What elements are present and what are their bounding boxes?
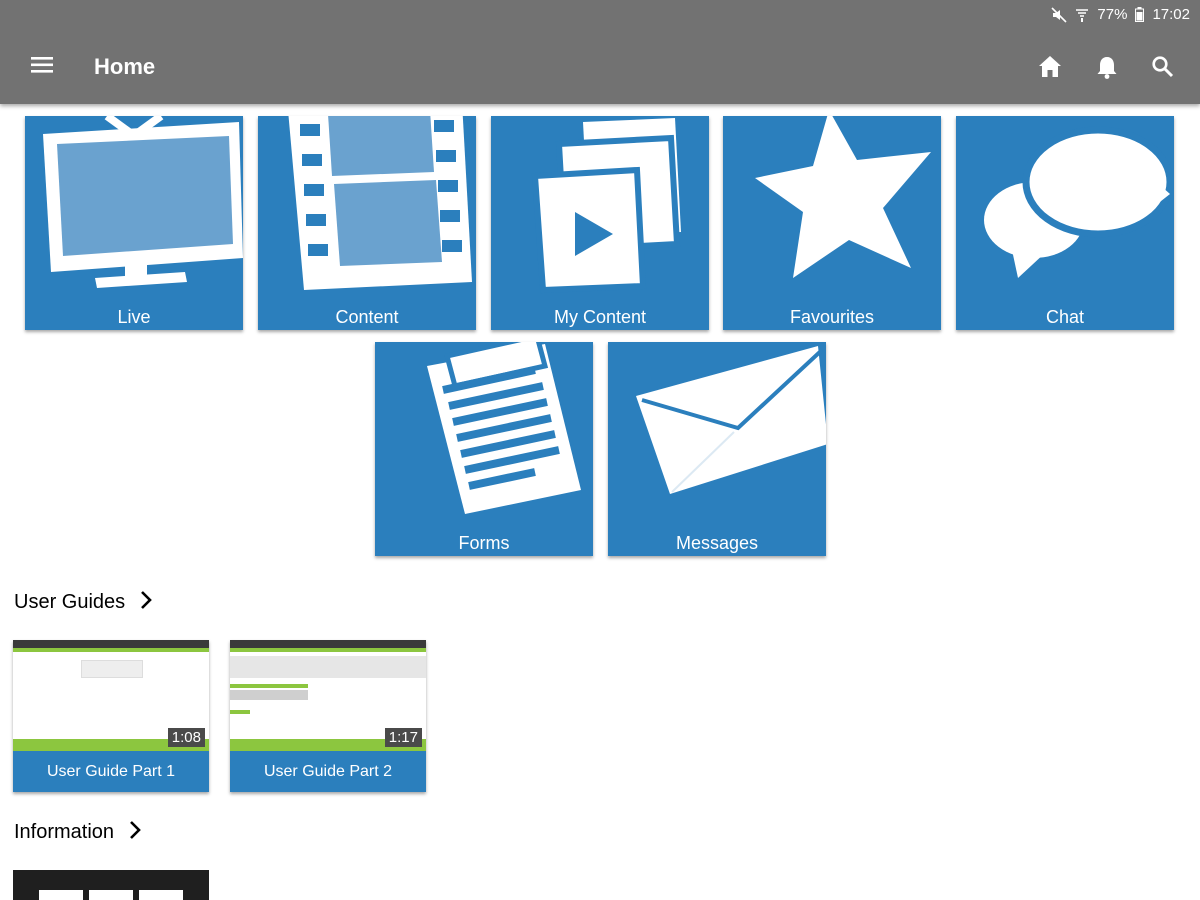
tile-content[interactable]: Content [258, 116, 476, 330]
search-icon[interactable] [1150, 54, 1176, 80]
film-strip-icon [288, 116, 472, 290]
star-icon [755, 116, 931, 278]
video-thumbnail: 1:08 [13, 640, 209, 751]
chat-bubbles-icon [984, 126, 1174, 278]
chevron-right-icon [128, 820, 142, 845]
video-title: User Guide Part 2 [230, 751, 426, 792]
video-title: User Guide Part 1 [13, 751, 209, 792]
tile-label: Live [117, 307, 151, 327]
tile-my-content[interactable]: My Content [491, 116, 709, 330]
information-card[interactable] [13, 870, 209, 900]
battery-icon [1135, 7, 1145, 22]
section-title: User Guides [14, 591, 126, 613]
tile-favourites[interactable]: Favourites [723, 116, 941, 330]
wifi-icon [1075, 7, 1089, 23]
video-card-part-1[interactable]: 1:08 User Guide Part 1 [13, 640, 209, 792]
tile-live[interactable]: Live [25, 116, 243, 330]
tile-chat[interactable]: Chat [956, 116, 1174, 330]
tile-label: My Content [553, 307, 647, 327]
tv-icon [43, 116, 243, 288]
clock: 17:02 [1152, 6, 1190, 23]
chevron-right-icon [139, 590, 153, 615]
tile-label: Messages [675, 533, 759, 553]
tile-label: Chat [1045, 307, 1085, 327]
app-bar: 77% 17:02 Home [0, 0, 1200, 104]
mute-icon [1051, 6, 1067, 23]
page-title: Home [94, 54, 156, 79]
video-thumbnail: 1:17 [230, 640, 426, 751]
information-header[interactable]: Information [14, 820, 142, 845]
my-content-icon [531, 118, 681, 294]
video-duration: 1:17 [384, 728, 422, 747]
tile-messages[interactable]: Messages [608, 342, 826, 556]
clipboard-icon [427, 342, 581, 514]
battery-percent: 77% [1097, 6, 1128, 23]
video-duration: 1:08 [167, 728, 205, 747]
menu-icon[interactable] [30, 54, 56, 76]
tile-forms[interactable]: Forms [375, 342, 593, 556]
home-icon[interactable] [1037, 54, 1063, 80]
tile-label: Forms [458, 533, 510, 553]
envelope-icon [636, 346, 826, 494]
section-title: Information [14, 821, 115, 843]
status-bar: 77% 17:02 [0, 0, 1200, 30]
tile-label: Content [335, 307, 399, 327]
user-guides-header[interactable]: User Guides [14, 590, 153, 615]
bell-icon[interactable] [1094, 54, 1120, 80]
video-card-part-2[interactable]: 1:17 User Guide Part 2 [230, 640, 426, 792]
tile-label: Favourites [789, 307, 875, 327]
